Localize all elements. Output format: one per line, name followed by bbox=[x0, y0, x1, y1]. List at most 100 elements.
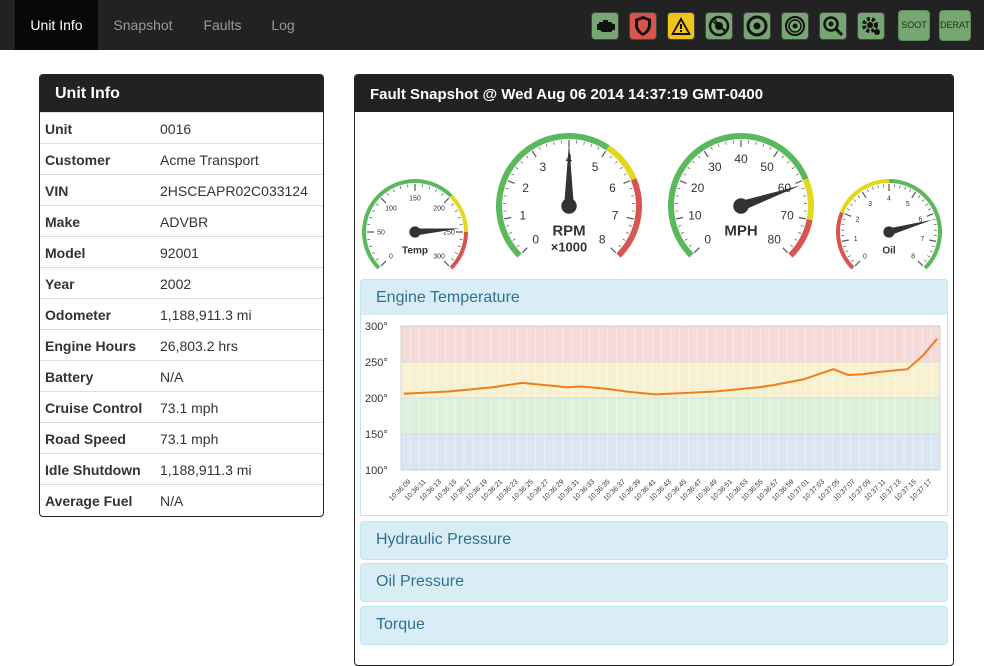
engine-icon[interactable] bbox=[591, 12, 619, 40]
oil-gauge-tick bbox=[853, 199, 857, 202]
chart-point bbox=[536, 383, 538, 385]
temp-gauge-tick bbox=[372, 209, 376, 212]
brake-icon[interactable] bbox=[705, 12, 733, 40]
oil-gauge-tick bbox=[917, 260, 924, 267]
mph-gauge-tick bbox=[795, 173, 799, 176]
rpm-gauge-tick bbox=[619, 166, 623, 170]
info-value: 2HSCEAPR02C033124 bbox=[160, 183, 308, 199]
rpm-gauge-sublabel: ×1000 bbox=[551, 239, 588, 254]
info-key: Cruise Control bbox=[45, 400, 143, 416]
tab-snapshot[interactable]: Snapshot bbox=[98, 0, 188, 50]
oil-gauge-tick bbox=[932, 218, 936, 221]
mph-gauge-tick bbox=[762, 143, 765, 148]
shield-icon[interactable] bbox=[629, 12, 657, 40]
chart-point bbox=[477, 388, 479, 390]
temp-gauge-label: Temp bbox=[402, 245, 428, 256]
rpm-gauge-tick bbox=[583, 141, 585, 145]
chart-point bbox=[773, 384, 775, 386]
disc-brake-icon[interactable] bbox=[781, 12, 809, 40]
chart-point bbox=[462, 389, 464, 391]
tab-faults[interactable]: Faults bbox=[188, 0, 257, 50]
settings-icon[interactable] bbox=[857, 12, 885, 40]
info-row-road-speed: Road Speed 73.1 mph bbox=[40, 422, 323, 453]
chart-point bbox=[788, 381, 790, 383]
info-row-idle-shutdown: Idle Shutdown 1,188,911.3 mi bbox=[40, 453, 323, 484]
oil-gauge-tick-label: 7 bbox=[920, 236, 924, 243]
oil-gauge-tick-label: 1 bbox=[854, 236, 858, 243]
mph-gauge-tick-label: 20 bbox=[691, 181, 705, 195]
rpm-gauge-tick-label: 8 bbox=[599, 232, 606, 246]
chart-point bbox=[640, 392, 642, 394]
temp-gauge-tick bbox=[443, 197, 450, 204]
mph-gauge-tick-label: 50 bbox=[760, 160, 774, 174]
oil-gauge-tick bbox=[844, 213, 852, 217]
mph-gauge-tick bbox=[801, 187, 805, 190]
engine-temperature-chart-svg: 100°150°200°250°300°10:36:0910:36:1110:3… bbox=[365, 321, 941, 503]
soot-button[interactable]: SOOT bbox=[898, 10, 930, 41]
rpm-gauge-tick-label: 3 bbox=[540, 160, 547, 174]
rpm-gauge-tick-label: 6 bbox=[609, 181, 616, 195]
oil-gauge-tick bbox=[927, 255, 931, 258]
rpm-gauge-tick bbox=[512, 238, 516, 241]
wheel-icon[interactable] bbox=[743, 12, 771, 40]
rpm-gauge-zone-1 bbox=[606, 145, 637, 181]
chart-point bbox=[492, 386, 494, 388]
mph-gauge-tick bbox=[693, 247, 700, 254]
chart-y-tick-label: 300° bbox=[365, 321, 388, 333]
oil-gauge-tick bbox=[851, 259, 854, 262]
search-gear-icon[interactable] bbox=[819, 12, 847, 40]
mph-gauge-tick bbox=[798, 232, 802, 234]
info-value: 73.1 mph bbox=[160, 400, 219, 416]
derate-button[interactable]: DERATE bbox=[939, 10, 971, 41]
mph-gauge-tick-label: 30 bbox=[708, 160, 722, 174]
mph-gauge-hub bbox=[733, 198, 749, 214]
temp-gauge-tick bbox=[435, 189, 438, 193]
oil-gauge-tick-label: 8 bbox=[911, 253, 915, 260]
oil-gauge-tick-label: 3 bbox=[868, 201, 872, 208]
info-key: Unit bbox=[45, 121, 73, 137]
chart-point bbox=[610, 388, 612, 390]
tab-unit-info[interactable]: Unit Info bbox=[15, 0, 98, 50]
temp-gauge-tick bbox=[399, 186, 402, 190]
section-hydraulic-pressure[interactable]: Hydraulic Pressure bbox=[360, 521, 948, 560]
rpm-gauge-tick bbox=[508, 232, 512, 234]
chart-y-tick-label: 250° bbox=[365, 357, 388, 369]
mph-gauge-tick bbox=[687, 166, 691, 170]
mph-gauge-tick bbox=[787, 160, 790, 164]
temp-gauge-tick-label: 100 bbox=[385, 205, 397, 212]
oil-gauge-tick bbox=[925, 203, 929, 206]
chart-point bbox=[877, 371, 879, 373]
temp-gauge-tick bbox=[451, 258, 455, 261]
oil-gauge-tick bbox=[899, 185, 901, 189]
rpm-gauge-tick bbox=[520, 160, 523, 164]
chart-point bbox=[803, 378, 805, 380]
mph-gauge-tick bbox=[676, 216, 684, 220]
section-torque[interactable]: Torque bbox=[360, 606, 948, 645]
info-value: ADVBR bbox=[160, 214, 209, 230]
warning-icon[interactable] bbox=[667, 12, 695, 40]
rpm-gauge-tick bbox=[505, 187, 509, 190]
rpm-gauge-tick-label: 7 bbox=[612, 208, 619, 222]
temp-gauge-tick bbox=[443, 260, 450, 267]
chart-point bbox=[729, 389, 731, 391]
rpm-gauge-tick bbox=[628, 225, 632, 227]
rpm-gauge-tick bbox=[516, 244, 520, 248]
oil-gauge-tick bbox=[846, 208, 850, 211]
rpm-gauge-tick bbox=[507, 180, 515, 184]
tab-log[interactable]: Log bbox=[257, 0, 309, 50]
chart-point bbox=[714, 390, 716, 393]
info-row-model: Model 92001 bbox=[40, 236, 323, 267]
snapshot-title: Fault Snapshot @ Wed Aug 06 2014 14:37:1… bbox=[355, 75, 953, 112]
info-value: 2002 bbox=[160, 276, 192, 292]
chart-point bbox=[891, 370, 894, 372]
mph-gauge-zone-1 bbox=[802, 178, 814, 221]
mph-gauge-tick bbox=[755, 141, 757, 145]
info-value: 0016 bbox=[160, 121, 192, 137]
oil-gauge-tick bbox=[845, 250, 849, 253]
section-engine-temperature[interactable]: Engine Temperature bbox=[360, 279, 948, 316]
oil-gauge-tick bbox=[917, 195, 921, 199]
section-oil-pressure[interactable]: Oil Pressure bbox=[360, 563, 948, 602]
rpm-gauge-tick bbox=[597, 147, 600, 151]
rpm-gauge-tick bbox=[609, 155, 613, 159]
chart-point bbox=[403, 393, 405, 395]
